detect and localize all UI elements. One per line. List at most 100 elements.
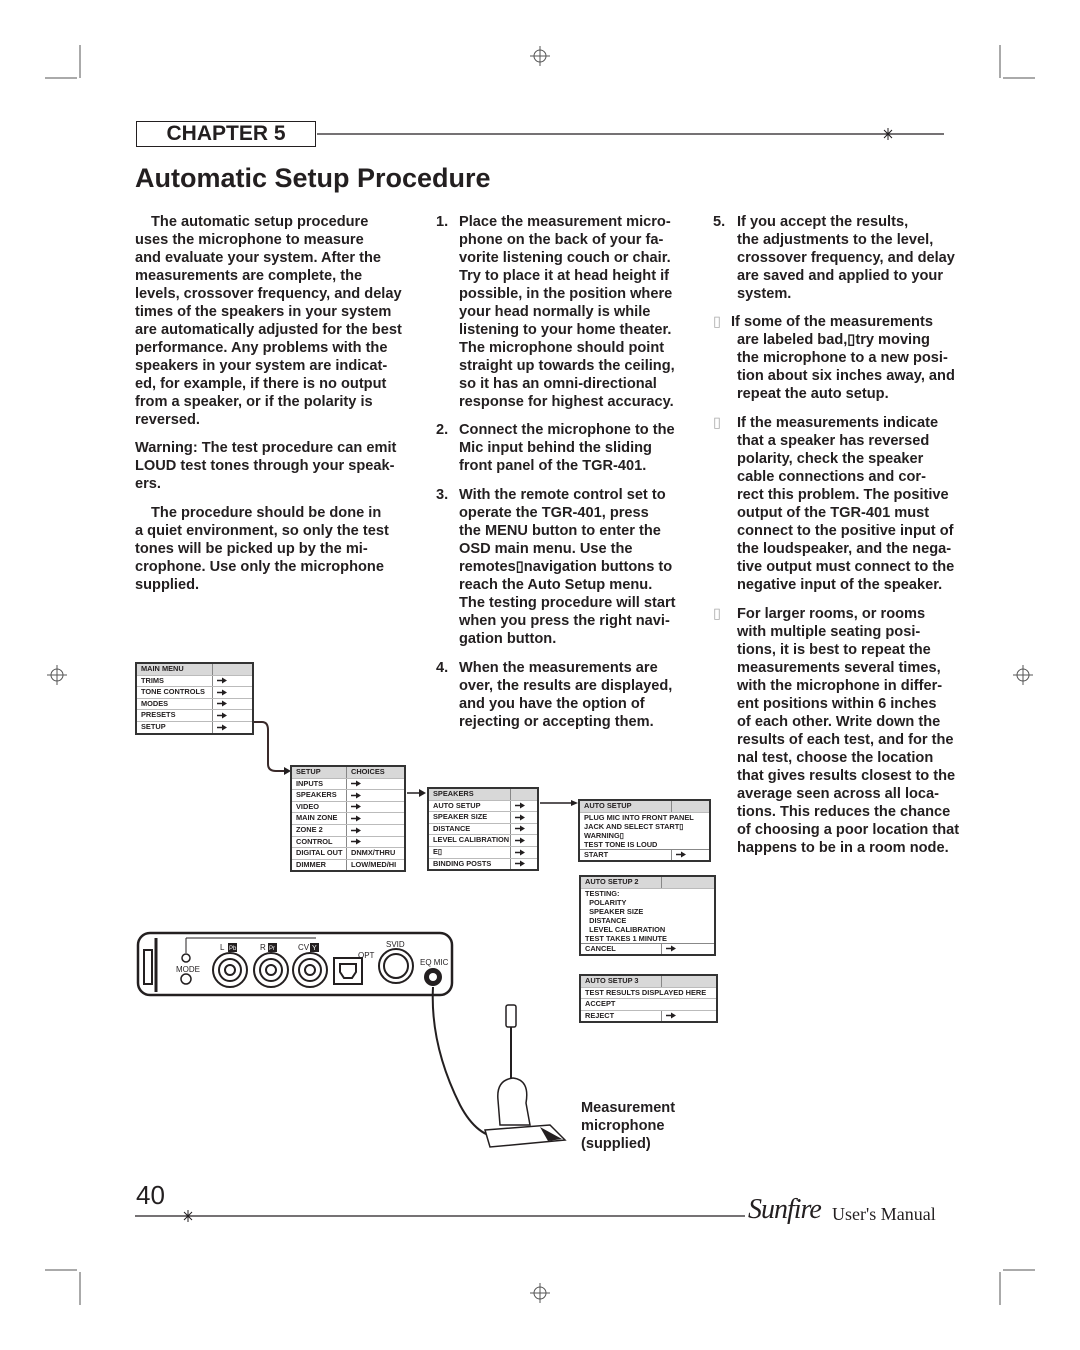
menu-item[interactable]: INPUTS [292, 778, 404, 791]
menu-item-value: DNMX/THRU [346, 848, 404, 859]
menu-item: WARNING▯ [580, 831, 709, 840]
paragraph-line: times of the speakers in your system [135, 304, 392, 320]
step-line: the adjustments to the level, [737, 232, 934, 248]
menu-item-label: POLARITY [585, 897, 627, 907]
menu-item[interactable]: DIMMER LOW/MED/HI [292, 859, 404, 871]
step-line: reach the Auto Setup menu. [459, 577, 653, 593]
menu-item[interactable]: TRIMS [137, 675, 252, 688]
step-line: Mic input behind the sliding [459, 440, 652, 456]
menu-header: AUTO SETUP 2 [581, 877, 714, 889]
menu-item-label: SETUP [141, 721, 166, 731]
menu-item-value [510, 858, 537, 870]
menu-item[interactable]: E▯ [429, 846, 537, 859]
menu-item[interactable]: DIGITAL OUT DNMX/THRU [292, 848, 404, 860]
step-line: listening to your home theater. [459, 322, 672, 338]
menu-item-label: SETUP [296, 767, 321, 776]
menu-item[interactable]: CONTROL [292, 836, 404, 849]
paragraph-line: ed, for example, if there is no output [135, 376, 387, 392]
step-line: happens to be in a room node. [737, 840, 949, 856]
menu-item-label: TEST TONE IS LOUD [584, 839, 658, 849]
menu-item[interactable]: SETUP [137, 721, 252, 733]
menu-item[interactable]: REJECT [581, 1010, 716, 1022]
menu-item-label: JACK AND SELECT START▯ [584, 821, 684, 831]
menu-item[interactable]: START [580, 849, 709, 861]
menu-item-value [510, 835, 537, 846]
menu-item[interactable]: CANCEL [581, 943, 714, 955]
menu-item-label: TONE CONTROLS [141, 687, 205, 697]
menu-item-label: TRIMS [141, 675, 164, 685]
paragraph-line: ers. [135, 476, 161, 492]
paragraph-line: a quiet environment, so only the test [135, 523, 389, 539]
microphone-caption: Measurement microphone (supplied) [581, 1099, 675, 1153]
menu-item[interactable]: MAIN ZONE [292, 813, 404, 825]
menu-item[interactable]: TONE CONTROLS [137, 687, 252, 699]
menu-item-label: LEVEL CALIBRATION [433, 835, 510, 845]
step-line: When the measurements are [459, 660, 658, 676]
arrow-right-icon [351, 827, 361, 834]
paragraph-line: tones will be picked up by the mi- [135, 541, 368, 557]
step-line: nal test, choose the location [737, 750, 934, 766]
menu-item[interactable]: ZONE 2 [292, 824, 404, 837]
chapter-label: CHAPTER 5 [136, 121, 316, 147]
menu-item-label: MAIN MENU [141, 664, 184, 673]
l-label: L [220, 943, 225, 952]
arrow-right-icon [217, 712, 227, 719]
menu-item-label: SPEAKERS [433, 789, 474, 798]
step-line: that gives results closest to the [737, 768, 956, 784]
menu-item-value [346, 813, 404, 824]
paragraph-line: The automatic setup procedure [151, 214, 369, 230]
menu-item[interactable]: VIDEO [292, 801, 404, 814]
menu-item[interactable]: MODES [137, 698, 252, 711]
menu-item[interactable]: TEST RESULTS DISPLAYED HERE [581, 988, 716, 1000]
paragraph-line: crophone. Use only the microphone [135, 559, 384, 575]
step-line: crossover frequency, and delay [737, 250, 955, 266]
menu-item: LEVEL CALIBRATION [581, 925, 714, 934]
menu-item[interactable]: PRESETS [137, 710, 252, 722]
arrow-right-icon [351, 803, 361, 810]
arrow-right-icon [351, 815, 361, 822]
step-line: polarity, check the speaker [737, 451, 924, 467]
eq-mic-label: EQ MIC [420, 958, 449, 967]
page-title: Automatic Setup Procedure [135, 163, 491, 193]
menu-item-value [346, 801, 404, 813]
menu-header: SPEAKERS [429, 789, 537, 801]
step-line: With the remote control set to [459, 487, 666, 503]
menu-item[interactable]: ACCEPT [581, 999, 716, 1011]
menu-item-value [661, 1010, 716, 1022]
sunfire-logo: Sunfire [748, 1194, 822, 1225]
menu-item-label: E▯ [433, 846, 442, 856]
menu-item-label: VIDEO [296, 801, 319, 811]
menu-item[interactable]: LEVEL CALIBRATION [429, 835, 537, 847]
menu-item-value [346, 824, 404, 836]
menu-item-label: INPUTS [296, 778, 324, 788]
menu-item: DISTANCE [581, 916, 714, 925]
auto-setup-menu: AUTO SETUP PLUG MIC INTO FRONT PANEL JACK … [578, 799, 711, 863]
menu-item[interactable]: DISTANCE [429, 823, 537, 836]
menu-item-label: AUTO SETUP [584, 801, 632, 810]
step-line: with multiple seating posi- [737, 624, 921, 640]
step-line: phone on the back of your fa- [459, 232, 664, 248]
menu-header: MAIN MENU [137, 664, 252, 676]
menu-item-value [671, 801, 709, 812]
arrow-right-icon [515, 802, 525, 809]
menu-item-label: LEVEL CALIBRATION [585, 924, 666, 934]
menu-item-label: PRESETS [141, 710, 176, 720]
menu-item[interactable]: BINDING POSTS [429, 858, 537, 870]
menu-item-label: START [584, 849, 609, 859]
menu-header: AUTO SETUP 3 [581, 976, 716, 988]
paragraph-line: supplied. [135, 577, 200, 593]
caption-line: Measurement [581, 1100, 676, 1116]
arrow-right-icon [515, 860, 525, 867]
step-line: vorite listening couch or chair. [459, 250, 671, 266]
menu-item-value [346, 778, 404, 790]
y-label: Y [312, 945, 317, 952]
menu-item[interactable]: AUTO SETUP [429, 800, 537, 813]
step-line: Place the measurement micro- [459, 214, 671, 230]
menu-item[interactable]: SPEAKERS [292, 790, 404, 802]
menu-item[interactable]: SPEAKER SIZE [429, 812, 537, 824]
menu-item-label: BINDING POSTS [433, 858, 492, 868]
menu-item-value [212, 687, 252, 698]
manual-label: User's Manual [832, 1204, 936, 1224]
menu-item: TESTING: [581, 889, 714, 898]
setup-menu: SETUP CHOICES INPUTS SPEAKERS VIDEO MAIN ZONE… [290, 765, 406, 873]
